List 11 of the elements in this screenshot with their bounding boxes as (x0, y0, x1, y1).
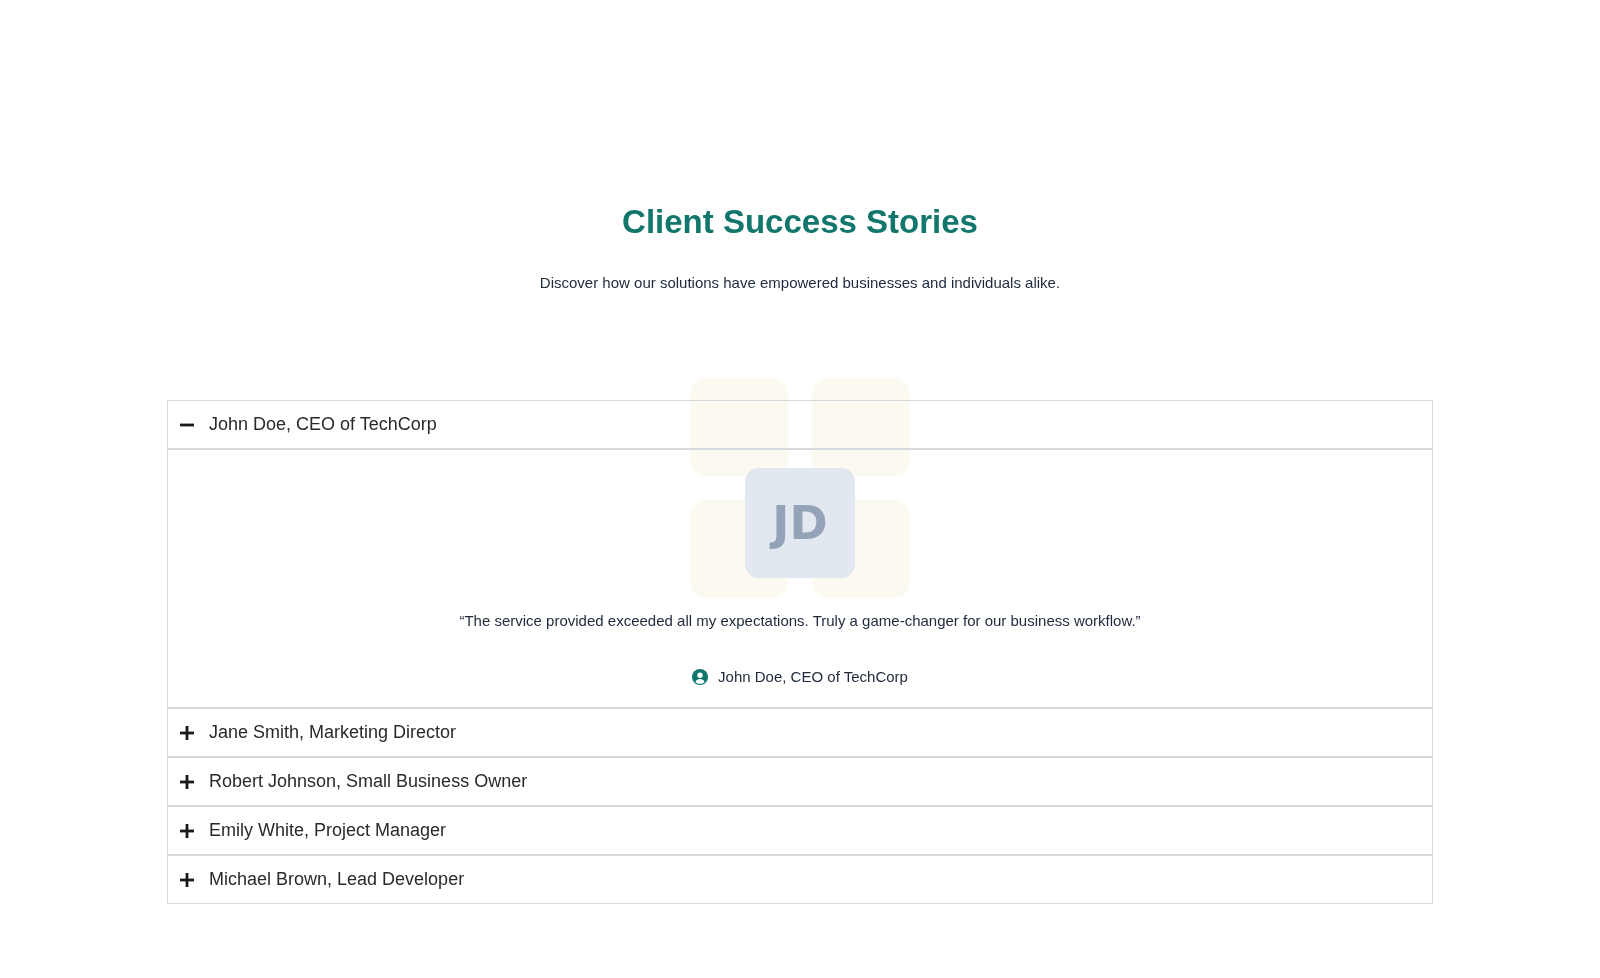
accordion-header[interactable]: Michael Brown, Lead Developer (168, 856, 1432, 903)
section-subtitle: Discover how our solutions have empowered businesses and individuals alike. (539, 273, 1061, 293)
testimonial-quote: “The service provided exceeded all my expectations. Truly a game-changer for our business workflow.” (459, 611, 1141, 631)
author-name: John Doe, CEO of TechCorp (718, 667, 908, 687)
accordion-header[interactable]: Emily White, Project Manager (168, 807, 1432, 854)
accordion-header[interactable]: John Doe, CEO of TechCorp (168, 401, 1432, 448)
section-title: Client Success Stories (622, 202, 978, 242)
avatar-initials: JD (745, 468, 855, 578)
accordion-header[interactable]: Jane Smith, Marketing Director (168, 709, 1432, 756)
user-circle-icon (692, 669, 709, 685)
accordion-header[interactable]: Robert Johnson, Small Business Owner (168, 758, 1432, 805)
